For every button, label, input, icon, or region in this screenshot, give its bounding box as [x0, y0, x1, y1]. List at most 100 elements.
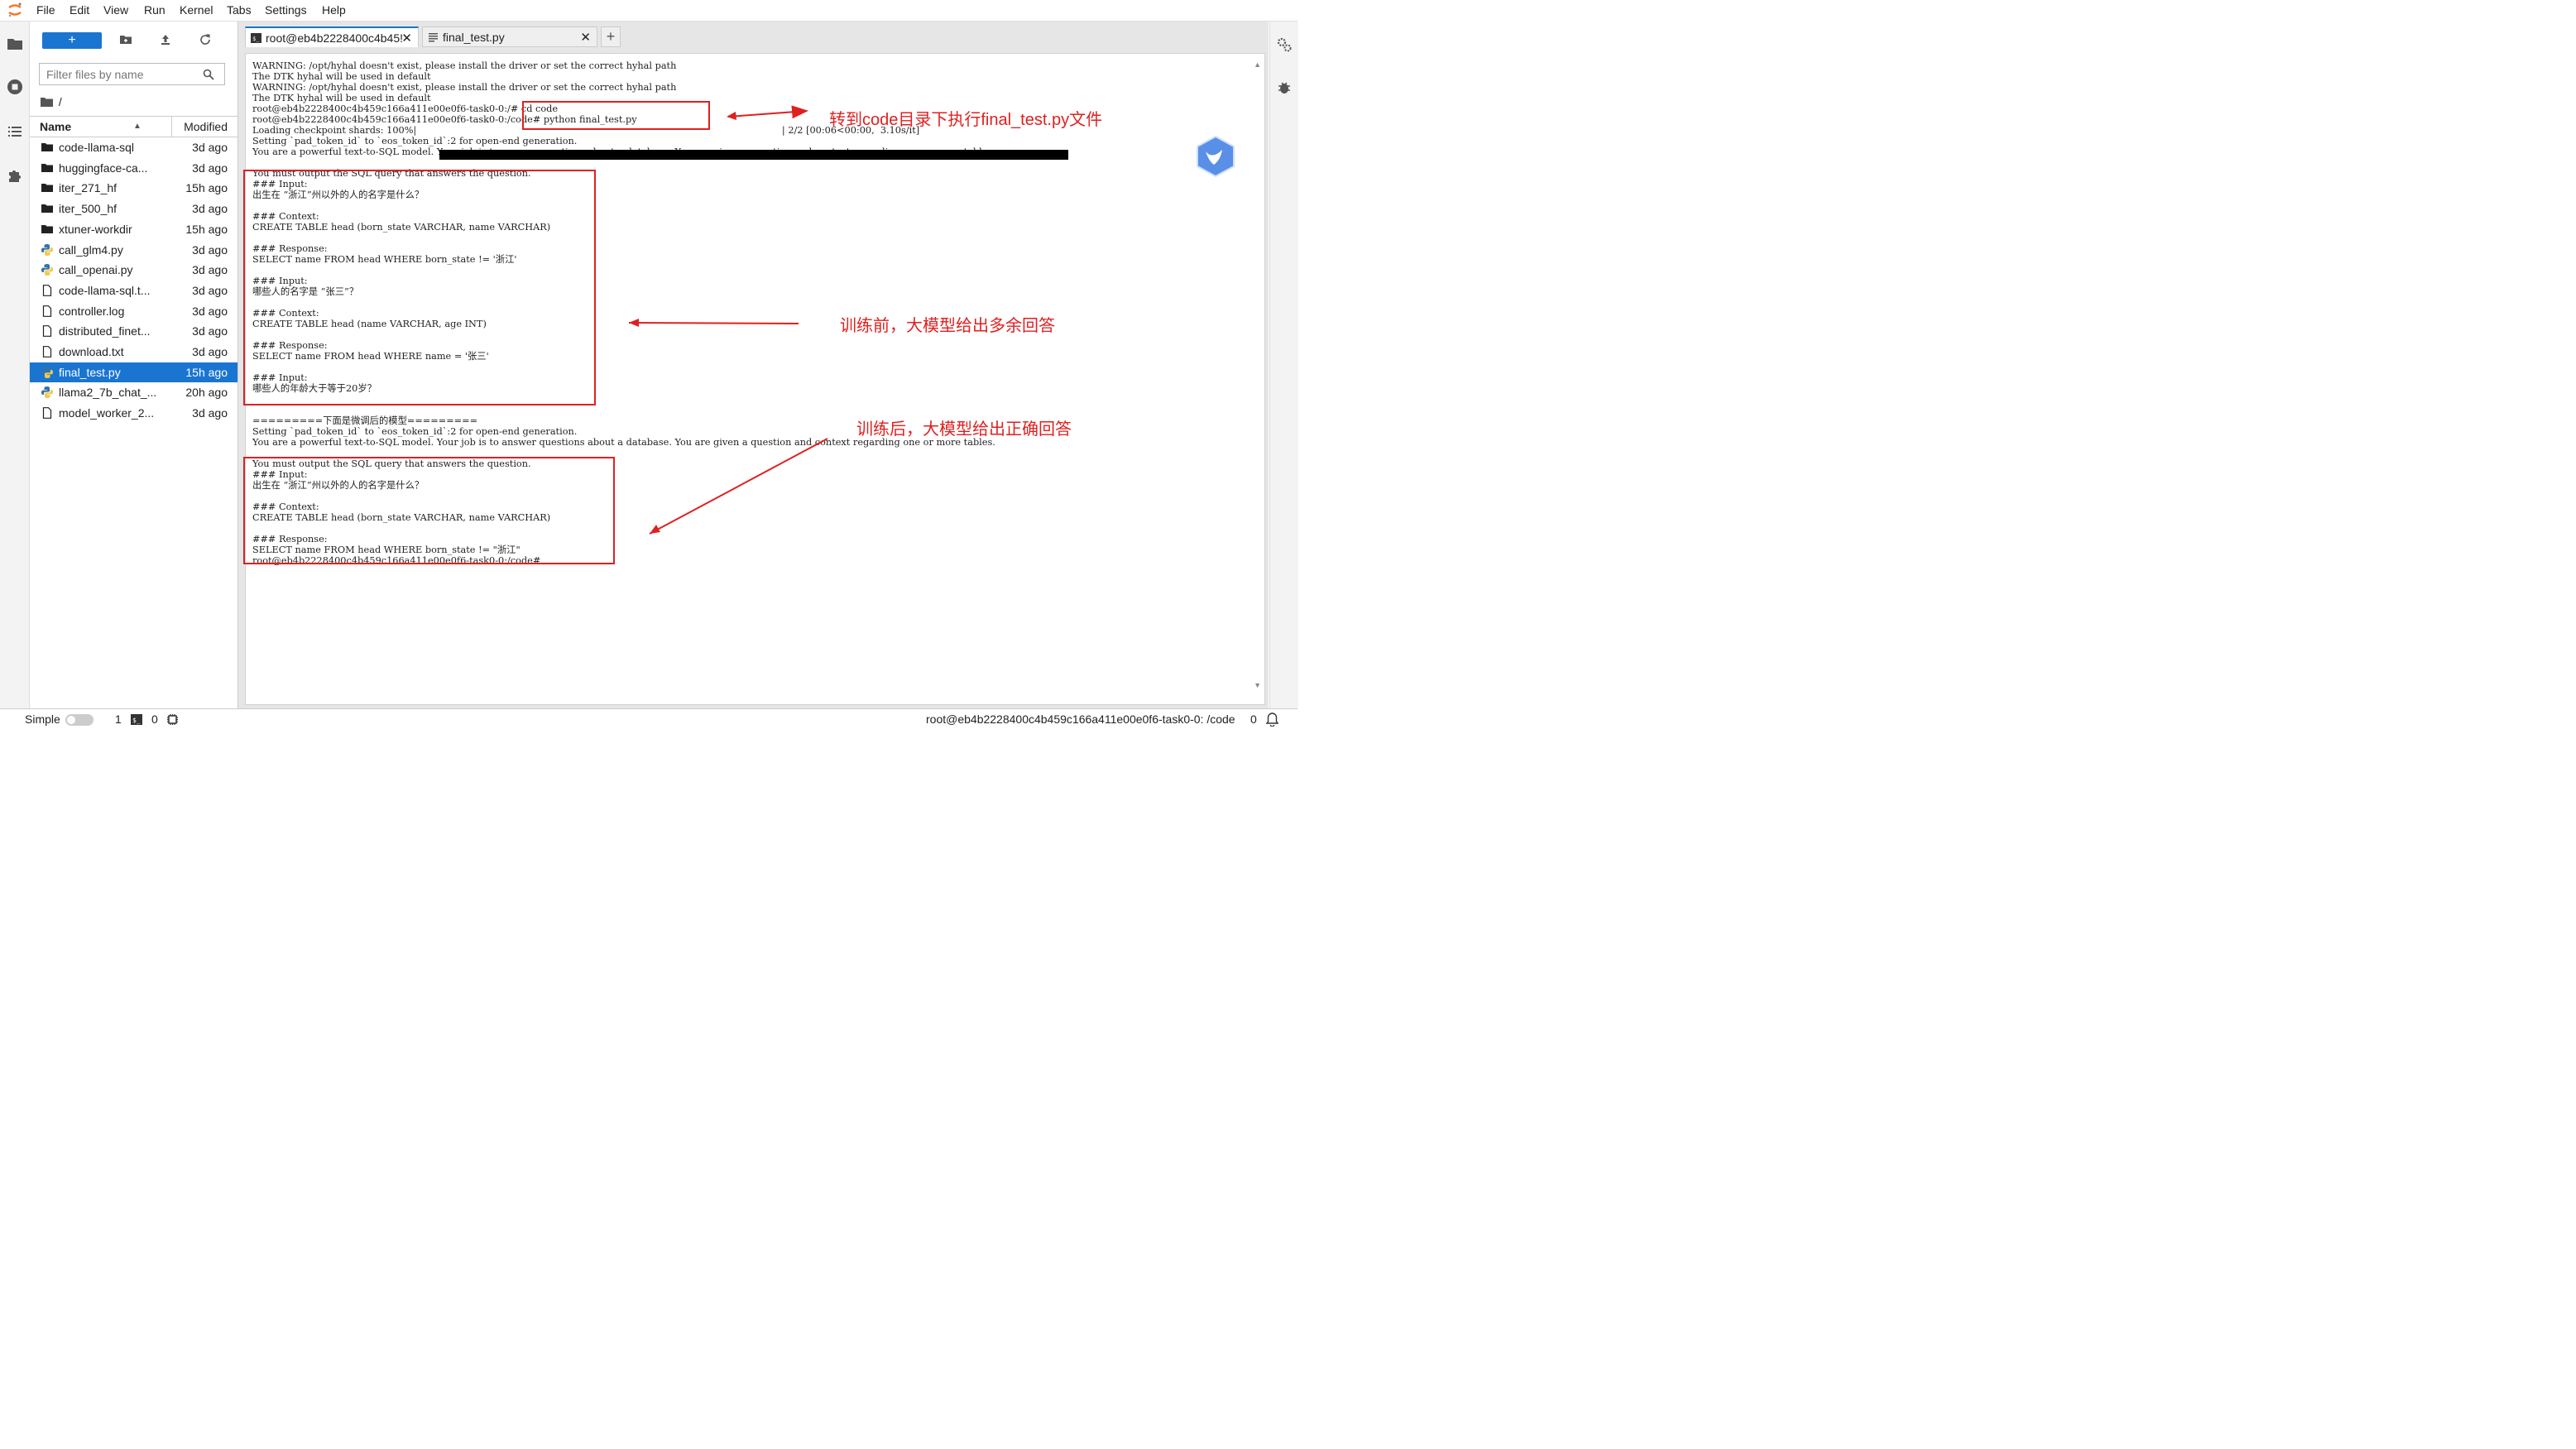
- terminals-count: 1: [115, 713, 122, 726]
- scroll-up-icon[interactable]: ▲: [1254, 60, 1261, 69]
- file-modified: 3d ago: [192, 304, 228, 318]
- file-browser-panel: + / Name ▲ Modified code-llama-sql 3d ago…: [30, 22, 238, 708]
- file-name: model_worker_2...: [59, 406, 155, 420]
- file-icon: [42, 305, 52, 317]
- python-file-icon: [41, 264, 53, 276]
- table-of-contents-icon[interactable]: [6, 122, 24, 141]
- new-launcher-button[interactable]: +: [42, 32, 102, 49]
- file-modified: 20h ago: [185, 386, 228, 400]
- file-list-item[interactable]: huggingface-ca... 3d ago: [30, 158, 237, 178]
- add-tab-button[interactable]: +: [601, 26, 621, 47]
- terminal-icon[interactable]: $_: [131, 714, 142, 725]
- file-name: controller.log: [59, 304, 125, 318]
- text-file-icon: [429, 33, 438, 42]
- file-list-item[interactable]: iter_271_hf 15h ago: [30, 178, 237, 198]
- close-icon[interactable]: ✕: [401, 31, 412, 46]
- file-list-item[interactable]: call_glm4.py 3d ago: [30, 240, 237, 260]
- scroll-down-icon[interactable]: ▼: [1254, 681, 1261, 689]
- file-list-item[interactable]: iter_500_hf 3d ago: [30, 199, 237, 218]
- file-modified: 3d ago: [192, 406, 228, 420]
- filter-files-input[interactable]: [40, 64, 210, 84]
- annotation-command: 转到code目录下执行final_test.py文件: [829, 111, 1103, 129]
- menu-run[interactable]: Run: [144, 3, 165, 17]
- status-terminal-path: root@eb4b2228400c4b459c166a411e00e0f6-ta…: [926, 713, 1235, 726]
- upload-icon[interactable]: [159, 33, 172, 46]
- file-name: distributed_finet...: [59, 324, 151, 338]
- tab-final-test[interactable]: final_test.py ✕: [422, 26, 597, 47]
- menu-bar: File Edit View Run Kernel Tabs Settings …: [0, 0, 1298, 22]
- folder-icon: [41, 163, 53, 172]
- running-stop-icon[interactable]: [6, 78, 24, 96]
- file-modified: 15h ago: [185, 181, 228, 195]
- file-name: download.txt: [59, 345, 124, 358]
- menu-tabs[interactable]: Tabs: [227, 3, 252, 17]
- notification-bell-icon[interactable]: [1266, 713, 1278, 727]
- file-list-item[interactable]: code-llama-sql 3d ago: [30, 137, 237, 157]
- menu-kernel[interactable]: Kernel: [180, 3, 213, 17]
- python-file-icon: [41, 386, 53, 399]
- folder-icon[interactable]: [6, 35, 24, 53]
- file-list-item[interactable]: llama2_7b_chat_... 20h ago: [30, 382, 237, 402]
- file-name: code-llama-sql.t...: [59, 283, 151, 297]
- file-icon: [42, 407, 52, 419]
- highlight-box-after-training: [243, 457, 615, 564]
- highlight-box-before-training: [243, 170, 596, 405]
- python-file-icon: [41, 243, 53, 256]
- tab-terminal[interactable]: $_ root@eb4b2228400c4b45! ✕: [245, 26, 419, 47]
- menu-file[interactable]: File: [36, 3, 55, 17]
- menu-view[interactable]: View: [103, 3, 128, 17]
- menu-help[interactable]: Help: [322, 3, 346, 17]
- close-icon[interactable]: ✕: [580, 30, 591, 45]
- file-list-item[interactable]: download.txt 3d ago: [30, 342, 237, 362]
- file-name: final_test.py: [59, 365, 121, 379]
- file-list-item[interactable]: model_worker_2... 3d ago: [30, 403, 237, 423]
- file-icon: [42, 346, 52, 357]
- refresh-icon[interactable]: [199, 33, 212, 46]
- terminal-icon: $_: [251, 33, 261, 43]
- annotation-after-training: 训练后，大模型给出正确回答: [856, 420, 1072, 439]
- right-sidebar: [1269, 22, 1298, 708]
- simple-mode-toggle[interactable]: [65, 714, 94, 726]
- file-list-item[interactable]: distributed_finet... 3d ago: [30, 321, 237, 341]
- breadcrumb-root[interactable]: /: [59, 95, 62, 108]
- file-modified: 3d ago: [192, 242, 228, 257]
- filter-files-field[interactable]: [39, 63, 225, 85]
- file-modified: 3d ago: [192, 202, 228, 216]
- loading-progress-bar: [439, 150, 1068, 160]
- bird-logo-icon[interactable]: [1194, 135, 1237, 178]
- file-modified: 3d ago: [192, 345, 228, 358]
- tab-final-test-label: final_test.py: [443, 31, 505, 44]
- extension-puzzle-icon[interactable]: [6, 166, 24, 185]
- file-list-item[interactable]: controller.log 3d ago: [30, 301, 237, 321]
- tab-terminal-label: root@eb4b2228400c4b45!: [266, 31, 403, 45]
- file-list-item[interactable]: code-llama-sql.t... 3d ago: [30, 281, 237, 300]
- file-modified: 15h ago: [185, 222, 228, 236]
- folder-icon: [41, 204, 53, 214]
- file-modified: 3d ago: [192, 324, 228, 338]
- file-name: xtuner-workdir: [59, 222, 132, 236]
- debugger-bug-icon[interactable]: [1276, 79, 1293, 96]
- status-bar: Simple 1 $_ 0 root@eb4b2228400c4b459c166…: [0, 708, 1298, 731]
- file-list-item[interactable]: final_test.py 15h ago: [30, 362, 237, 382]
- highlight-box-command: [522, 101, 710, 130]
- menu-edit[interactable]: Edit: [70, 3, 89, 17]
- new-folder-icon[interactable]: [119, 33, 132, 46]
- sort-ascending-icon[interactable]: ▲: [133, 122, 142, 131]
- file-list-item[interactable]: xtuner-workdir 15h ago: [30, 219, 237, 239]
- file-name: code-llama-sql: [59, 141, 135, 154]
- kernel-chip-icon[interactable]: [166, 713, 179, 726]
- column-modified-header[interactable]: Modified: [184, 120, 228, 133]
- file-name: llama2_7b_chat_...: [59, 386, 157, 400]
- left-activity-bar: [0, 22, 30, 708]
- file-list-item[interactable]: call_openai.py 3d ago: [30, 260, 237, 280]
- file-name: call_openai.py: [59, 263, 133, 277]
- property-inspector-gears-icon[interactable]: [1276, 36, 1293, 53]
- menu-settings[interactable]: Settings: [265, 3, 307, 17]
- file-icon: [42, 325, 52, 338]
- annotation-before-training: 训练前，大模型给出多余回答: [840, 317, 1055, 335]
- file-name: iter_500_hf: [59, 202, 118, 216]
- jupyter-logo-icon[interactable]: [7, 2, 23, 18]
- file-modified: 3d ago: [192, 263, 228, 277]
- column-name-header[interactable]: Name: [40, 120, 71, 133]
- breadcrumb[interactable]: /: [41, 95, 62, 108]
